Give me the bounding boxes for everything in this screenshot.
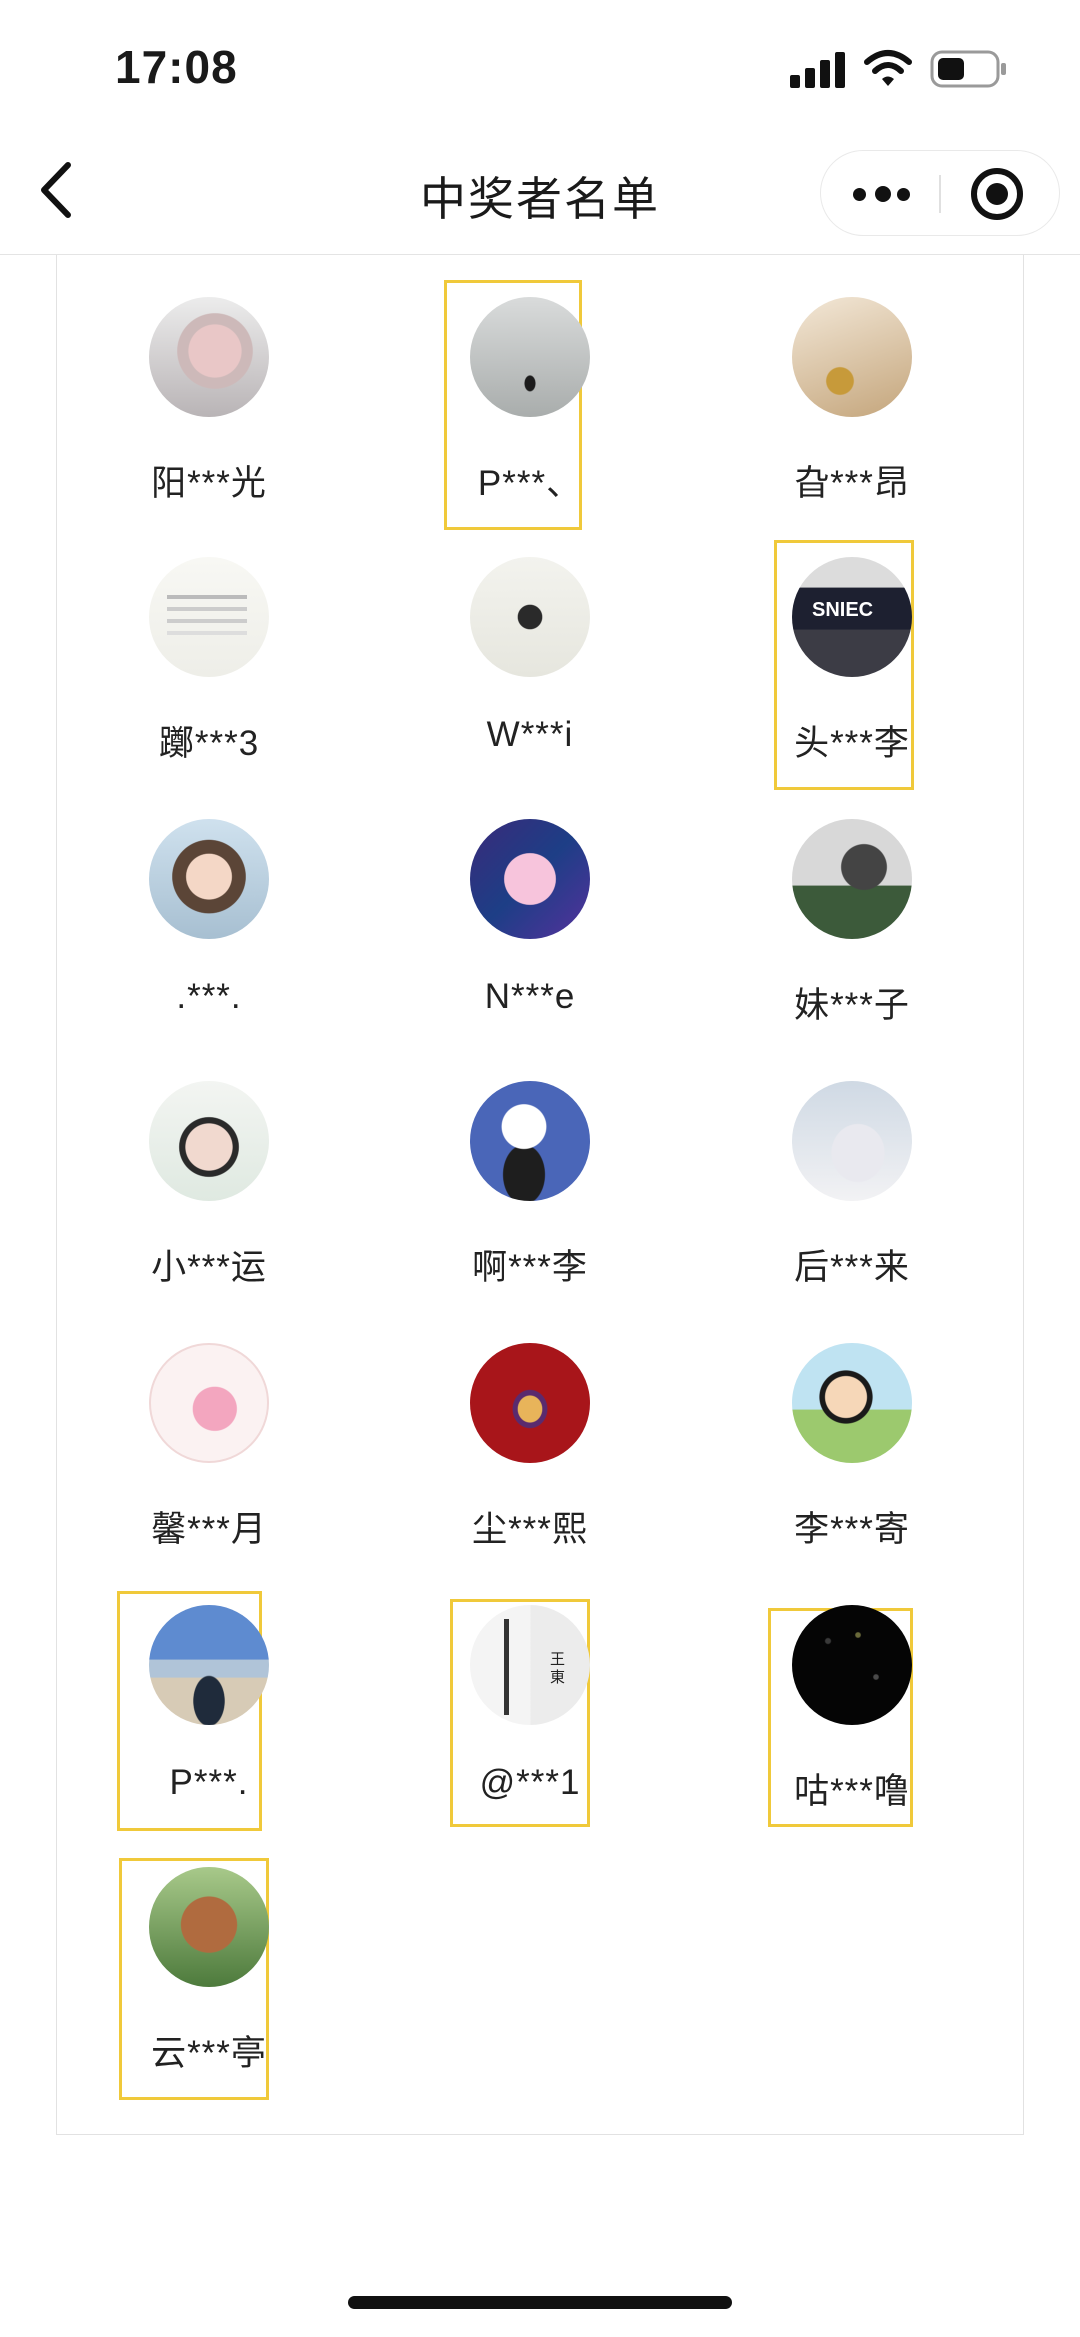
winner-name: 李***寄 <box>794 1510 910 1549</box>
child-walking-avatar <box>470 557 590 677</box>
status-bar: 17:08 <box>0 0 1080 130</box>
winner-item: 躑***3 <box>119 557 299 777</box>
glasses-girl-avatar <box>149 1081 269 1201</box>
crayon-shin-chan-avatar <box>792 1343 912 1463</box>
winner-name: 咕***噜 <box>794 1772 910 1811</box>
winner-item: 啊***李 <box>440 1081 620 1301</box>
rock-landscape-avatar <box>792 819 912 939</box>
cellular-signal-icon <box>790 52 846 88</box>
tower-calligraphy-avatar <box>470 1605 590 1725</box>
winner-item: 小***运 <box>119 1081 299 1301</box>
capsule-divider <box>939 175 941 213</box>
winner-item: P***、 <box>440 297 620 517</box>
woman-white-dress-avatar <box>792 1081 912 1201</box>
pink-puppy-avatar <box>470 819 590 939</box>
winner-name: 小***运 <box>151 1248 267 1287</box>
winner-item: 咕***噜 <box>762 1605 942 1825</box>
close-miniprogram-button[interactable] <box>971 168 1023 220</box>
winner-name: 尘***熙 <box>472 1510 588 1549</box>
winner-name: W***i <box>486 715 574 754</box>
winner-item: .***. <box>119 819 299 1039</box>
winners-list-card: 阳***光 P***、 旮***昂 躑***3 W***i 头***李 .***… <box>56 255 1024 2135</box>
winner-name: 云***亭 <box>151 2034 267 2073</box>
gold-jewelry-avatar <box>792 297 912 417</box>
winner-item: W***i <box>440 557 620 777</box>
beach-man-avatar <box>149 1605 269 1725</box>
winner-item: 馨***月 <box>119 1343 299 1563</box>
winner-name: 旮***昂 <box>794 464 910 503</box>
winner-item: @***1 <box>440 1605 620 1825</box>
winner-item: 妹***子 <box>762 819 942 1039</box>
winner-item: 头***李 <box>762 557 942 777</box>
sniec-building-avatar <box>792 557 912 677</box>
more-options-button[interactable] <box>841 169 921 219</box>
winner-name: @***1 <box>479 1763 581 1802</box>
winner-name: P***、 <box>477 464 583 503</box>
mini-program-capsule <box>820 150 1060 236</box>
winner-name: 躑***3 <box>158 724 260 763</box>
text-card-avatar <box>149 557 269 677</box>
pink-rabbit-avatar <box>149 1343 269 1463</box>
status-time: 17:08 <box>115 41 238 93</box>
more-dots-icon <box>853 188 866 201</box>
girl-portrait-avatar <box>149 819 269 939</box>
winner-name: 妹***子 <box>794 986 910 1025</box>
winner-item: N***e <box>440 819 620 1039</box>
winner-item: 尘***熙 <box>440 1343 620 1563</box>
poodle-avatar <box>149 1867 269 1987</box>
dragon-avatar <box>149 297 269 417</box>
winner-name: P***. <box>169 1763 249 1802</box>
winner-name: N***e <box>484 977 576 1016</box>
target-icon <box>986 183 1008 205</box>
winner-item: 云***亭 <box>119 1867 299 2087</box>
navigation-bar: 中奖者名单 <box>0 130 1080 255</box>
winner-name: 头***李 <box>794 724 910 763</box>
winner-item: P***. <box>119 1605 299 1825</box>
winner-item: 阳***光 <box>119 297 299 517</box>
cartoon-red-avatar <box>470 1343 590 1463</box>
battery-icon <box>930 50 1006 88</box>
winner-item: 后***来 <box>762 1081 942 1301</box>
winner-item: 旮***昂 <box>762 297 942 517</box>
wifi-icon <box>864 50 912 86</box>
starry-night-avatar <box>792 1605 912 1725</box>
winner-name: 馨***月 <box>151 1510 267 1549</box>
cartoon-girl-hat-avatar <box>470 1081 590 1201</box>
winner-name: .***. <box>176 977 242 1016</box>
person-silhouette-avatar <box>470 297 590 417</box>
winner-name: 啊***李 <box>472 1248 588 1287</box>
home-indicator[interactable] <box>348 2296 732 2309</box>
winner-name: 阳***光 <box>151 464 267 503</box>
winner-item: 李***寄 <box>762 1343 942 1563</box>
winner-name: 后***来 <box>794 1248 910 1287</box>
